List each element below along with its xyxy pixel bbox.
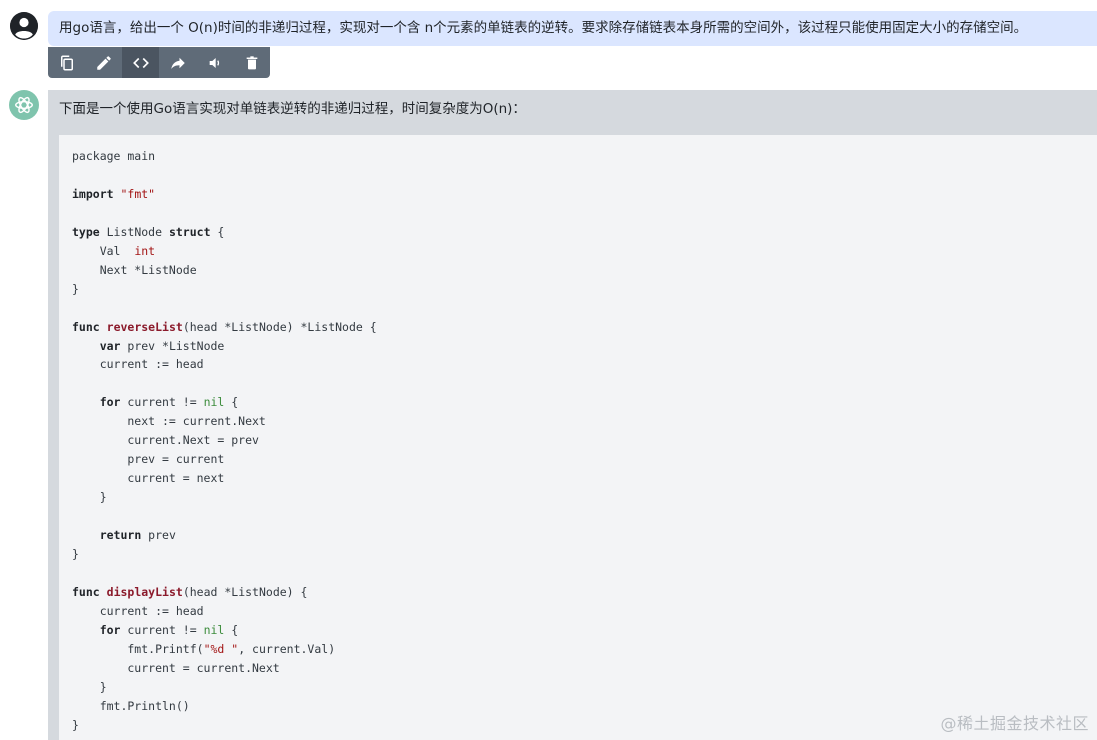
code-line: }: [72, 717, 79, 732]
delete-button[interactable]: [233, 47, 270, 78]
code-text: package main import "fmt" type ListNode …: [59, 135, 1097, 735]
code-type: int: [134, 243, 156, 258]
code-text-segment: prev: [141, 528, 176, 543]
user-avatar-icon: [10, 12, 38, 40]
code-keyword: func: [72, 319, 100, 334]
code-line: }: [72, 547, 79, 562]
code-line: prev = current: [72, 452, 225, 467]
user-message-text: 用go语言，给出一个 O(n)时间的非递归过程，实现对一个含 n个元素的单链表的…: [59, 20, 1028, 36]
code-keyword: for: [99, 622, 121, 637]
code-line: current = current.Next: [72, 660, 280, 675]
code-line: Next *ListNode: [72, 262, 197, 277]
code-string: "fmt": [120, 186, 156, 201]
code-keyword: return: [99, 528, 142, 543]
code-line: }: [72, 490, 107, 505]
code-line: fmt.Println(): [72, 698, 190, 713]
user-message: 用go语言，给出一个 O(n)时间的非递归过程，实现对一个含 n个元素的单链表的…: [48, 11, 1097, 46]
share-button[interactable]: [159, 47, 196, 78]
code-line: current := head: [72, 603, 204, 618]
code-block: package main import "fmt" type ListNode …: [59, 135, 1097, 740]
code-button[interactable]: [122, 47, 159, 78]
code-line: current = next: [72, 471, 225, 486]
code-text-segment: current !=: [120, 395, 204, 410]
trash-icon: [246, 55, 257, 69]
code-text-segment: Val: [72, 243, 135, 258]
code-line: }: [72, 679, 107, 694]
watermark: @稀土掘金技术社区: [940, 714, 1089, 733]
code-icon: [132, 57, 149, 68]
edit-button[interactable]: [85, 47, 122, 78]
code-function-name: reverseList: [106, 319, 183, 334]
share-icon: [170, 57, 185, 69]
code-keyword: var: [99, 338, 121, 353]
code-keyword: func: [72, 584, 100, 599]
code-line: package main: [72, 149, 156, 163]
code-text-segment: prev *ListNode: [120, 338, 225, 353]
code-string: "%d ": [203, 641, 239, 656]
code-keyword: struct: [168, 224, 211, 239]
assistant-avatar-icon: [9, 90, 39, 120]
code-text-segment: (head *ListNode) {: [182, 584, 308, 599]
code-keyword: type: [72, 224, 100, 239]
read-aloud-button[interactable]: [196, 47, 233, 78]
code-line: }: [72, 281, 79, 296]
speaker-icon: [209, 57, 219, 68]
code-keyword: for: [99, 395, 121, 410]
copy-button[interactable]: [48, 47, 85, 78]
code-text-segment: {: [210, 224, 225, 239]
code-text-segment: current !=: [120, 622, 204, 637]
edit-icon: [96, 55, 111, 70]
code-keyword: import: [72, 186, 114, 201]
code-text-segment: {: [224, 622, 239, 637]
code-text-segment: {: [224, 395, 239, 410]
code-line: next := current.Next: [72, 414, 266, 429]
code-function-name: displayList: [106, 584, 183, 599]
code-text-segment: (head *ListNode) *ListNode {: [182, 319, 377, 334]
code-nil: nil: [203, 395, 225, 410]
assistant-intro-text: 下面是一个使用Go语言实现对单链表逆转的非递归过程，时间复杂度为O(n)：: [59, 101, 526, 117]
code-nil: nil: [203, 622, 225, 637]
message-toolbar: [48, 47, 270, 78]
code-text-segment: ListNode: [99, 224, 169, 239]
copy-icon: [60, 55, 73, 70]
code-line: current.Next = prev: [72, 433, 259, 448]
code-line: current := head: [72, 357, 204, 372]
code-text-segment: , current.Val): [238, 641, 336, 656]
code-text-segment: fmt.Printf(: [72, 641, 204, 656]
